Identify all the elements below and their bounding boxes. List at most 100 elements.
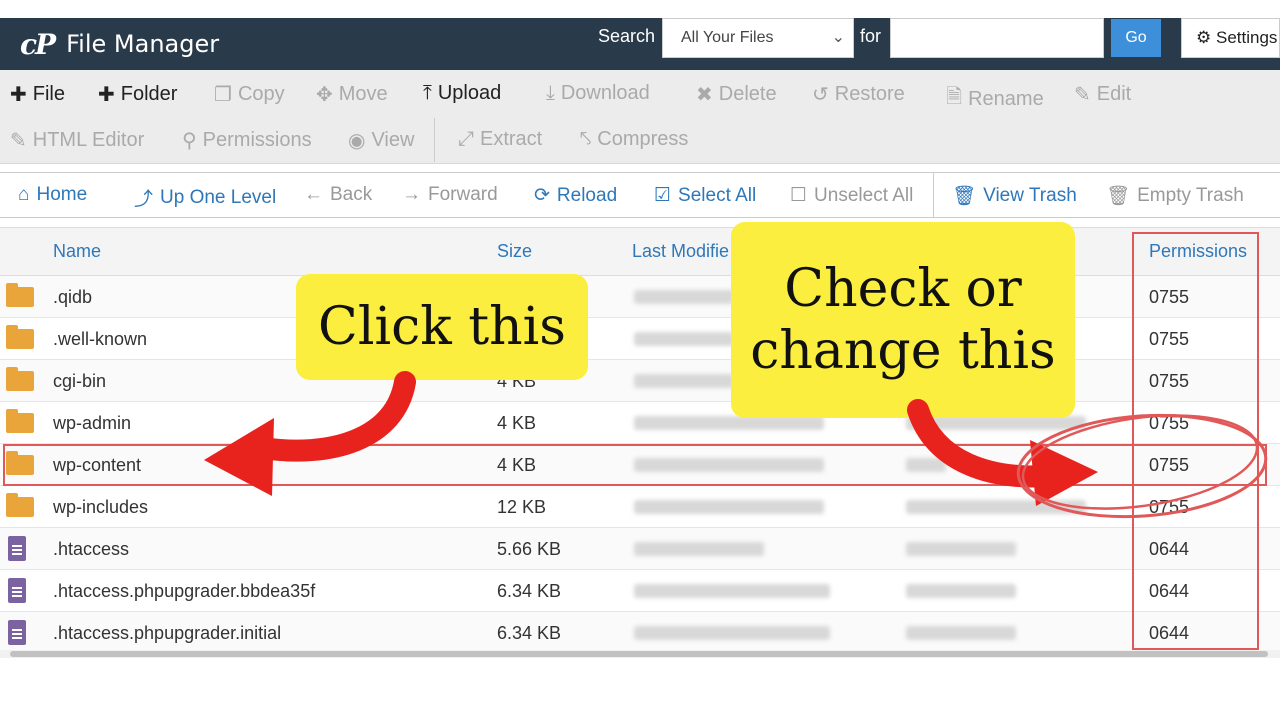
download-icon: ⤓ — [546, 82, 555, 104]
folder-icon — [6, 325, 34, 349]
delete-button[interactable]: ✖ Delete — [696, 82, 777, 107]
compress-label: Compress — [597, 128, 689, 150]
folder-icon — [6, 367, 34, 391]
edit-button[interactable]: ✎ Edit — [1074, 82, 1131, 107]
download-button[interactable]: ⤓ Download — [546, 82, 650, 105]
rename-button[interactable]: 🗎 Rename — [946, 82, 1044, 116]
table-row[interactable]: .well-known 0755 — [0, 318, 1280, 360]
app-title: File Manager — [66, 30, 220, 58]
expand-icon: ⤢ — [458, 128, 474, 150]
blurred-owner — [906, 542, 1016, 556]
settings-label: Settings — [1215, 28, 1278, 47]
rename-label: Rename — [968, 87, 1044, 110]
chevron-down-icon: ⌄ — [831, 29, 845, 46]
blurred-owner — [906, 626, 1016, 640]
copy-label: Copy — [237, 83, 285, 105]
checkbox-empty-icon: ☐ — [790, 185, 808, 206]
copy-button[interactable]: ❐ Copy — [214, 82, 285, 107]
cpanel-logo[interactable]: cP File Manager — [20, 27, 219, 61]
scrollbar-thumb[interactable] — [10, 651, 1268, 657]
search-input[interactable] — [890, 18, 1104, 58]
folder-icon — [6, 493, 34, 517]
extract-button[interactable]: ⤢ Extract — [458, 128, 542, 151]
top-header: cP File Manager Search All Your Files ⌄ … — [0, 18, 1280, 70]
file-size: 5.66 KB — [497, 539, 562, 559]
upload-button[interactable]: ⤒ Upload — [423, 82, 501, 105]
blurred-date — [634, 290, 734, 304]
restore-button[interactable]: ↺ Restore — [812, 82, 905, 107]
close-icon: ✖ — [696, 84, 713, 106]
new-folder-button[interactable]: ✚ Folder — [98, 82, 177, 107]
file-toolbar: ✚ File ✚ Folder ❐ Copy ✥ Move ⤒ Upload ⤓ Downl… — [0, 70, 1280, 164]
table-row[interactable]: cgi-bin 4 KB 0755 — [0, 360, 1280, 402]
search-scope-select[interactable]: All Your Files ⌄ — [662, 18, 854, 58]
for-label: for — [860, 26, 882, 46]
file-icon: 🗎 — [946, 86, 963, 108]
view-trash-button[interactable]: 🗑 View Trash — [952, 184, 1077, 208]
go-button[interactable]: Go — [1111, 19, 1161, 57]
table-row[interactable]: .htaccess 5.66 KB 0644 — [0, 528, 1280, 570]
blurred-date — [634, 626, 830, 640]
table-row[interactable]: .htaccess.phpupgrader.bbdea35f 6.34 KB 0… — [0, 570, 1280, 612]
column-header-last-modified[interactable]: Last Modifie — [632, 241, 729, 262]
table-row[interactable]: wp-admin 4 KB 0755 — [0, 402, 1280, 444]
table-row[interactable]: .htaccess.phpupgrader.initial 6.34 KB 06… — [0, 612, 1280, 654]
arrow-left-icon: ← — [304, 184, 323, 205]
plus-icon: ✚ — [98, 84, 115, 106]
reload-label: Reload — [556, 184, 618, 206]
file-table: Name Size Last Modifie Permissions .qidb… — [0, 227, 1280, 657]
reload-button[interactable]: ⟳ Reload — [534, 184, 617, 207]
click-this-callout: Click this — [296, 274, 588, 380]
select-all-button[interactable]: ☑ Select All — [654, 184, 756, 207]
file-name: wp-includes — [53, 497, 149, 517]
file-name: .htaccess.phpupgrader.initial — [53, 623, 282, 643]
unselect-all-button[interactable]: ☐ Unselect All — [790, 184, 913, 207]
search-scope-value: All Your Files — [681, 29, 774, 46]
home-button[interactable]: ⌂ Home — [18, 184, 87, 206]
back-button[interactable]: ← Back — [304, 184, 372, 206]
up-one-level-label: Up One Level — [160, 186, 277, 208]
file-name: wp-admin — [53, 413, 132, 433]
empty-trash-label: Empty Trash — [1137, 185, 1244, 206]
compress-button[interactable]: ⤣ Compress — [580, 128, 688, 151]
column-header-size[interactable]: Size — [497, 241, 532, 262]
blurred-date — [634, 332, 734, 346]
home-icon: ⌂ — [18, 184, 30, 205]
settings-button[interactable]: ⚙ Settings — [1181, 18, 1280, 58]
new-file-label: File — [32, 83, 65, 105]
permissions-button[interactable]: ⚲ Permissions — [182, 128, 312, 153]
empty-trash-button[interactable]: 🗑 Empty Trash — [1106, 184, 1244, 208]
cpanel-logo-mark: cP — [20, 27, 56, 61]
blurred-date — [634, 584, 830, 598]
file-icon — [8, 620, 26, 645]
edit-square-icon: ✎ — [10, 130, 27, 152]
move-label: Move — [338, 83, 388, 105]
horizontal-scrollbar[interactable] — [0, 650, 1280, 658]
selected-row-highlight — [3, 444, 1267, 486]
column-header-name[interactable]: Name — [53, 241, 101, 262]
download-label: Download — [560, 82, 650, 104]
file-name: .well-known — [53, 329, 148, 349]
file-size: 12 KB — [497, 497, 547, 517]
file-icon — [8, 578, 26, 603]
callout-2-line-2: change this — [750, 321, 1056, 381]
undo-icon: ↺ — [812, 84, 829, 106]
new-file-button[interactable]: ✚ File — [10, 82, 65, 107]
table-row[interactable]: .qidb 0755 — [0, 276, 1280, 318]
gear-icon: ⚙ — [1196, 28, 1212, 47]
up-one-level-button[interactable]: ⤴ Up One Level — [134, 184, 276, 211]
callout-1-text: Click this — [318, 297, 566, 357]
view-button[interactable]: ◉ View — [348, 128, 414, 153]
new-folder-label: Folder — [120, 83, 178, 105]
forward-label: Forward — [428, 184, 498, 205]
folder-icon — [6, 409, 34, 433]
file-size: 6.34 KB — [497, 581, 562, 601]
folder-icon — [6, 283, 34, 307]
upload-icon: ⤒ — [423, 82, 432, 104]
move-icon: ✥ — [316, 84, 333, 106]
trash-icon: 🗑 — [1106, 186, 1131, 207]
table-row[interactable]: wp-includes 12 KB 0755 — [0, 486, 1280, 528]
html-editor-button[interactable]: ✎ HTML Editor — [10, 128, 144, 153]
move-button[interactable]: ✥ Move — [316, 82, 388, 107]
forward-button[interactable]: → Forward — [402, 184, 498, 206]
